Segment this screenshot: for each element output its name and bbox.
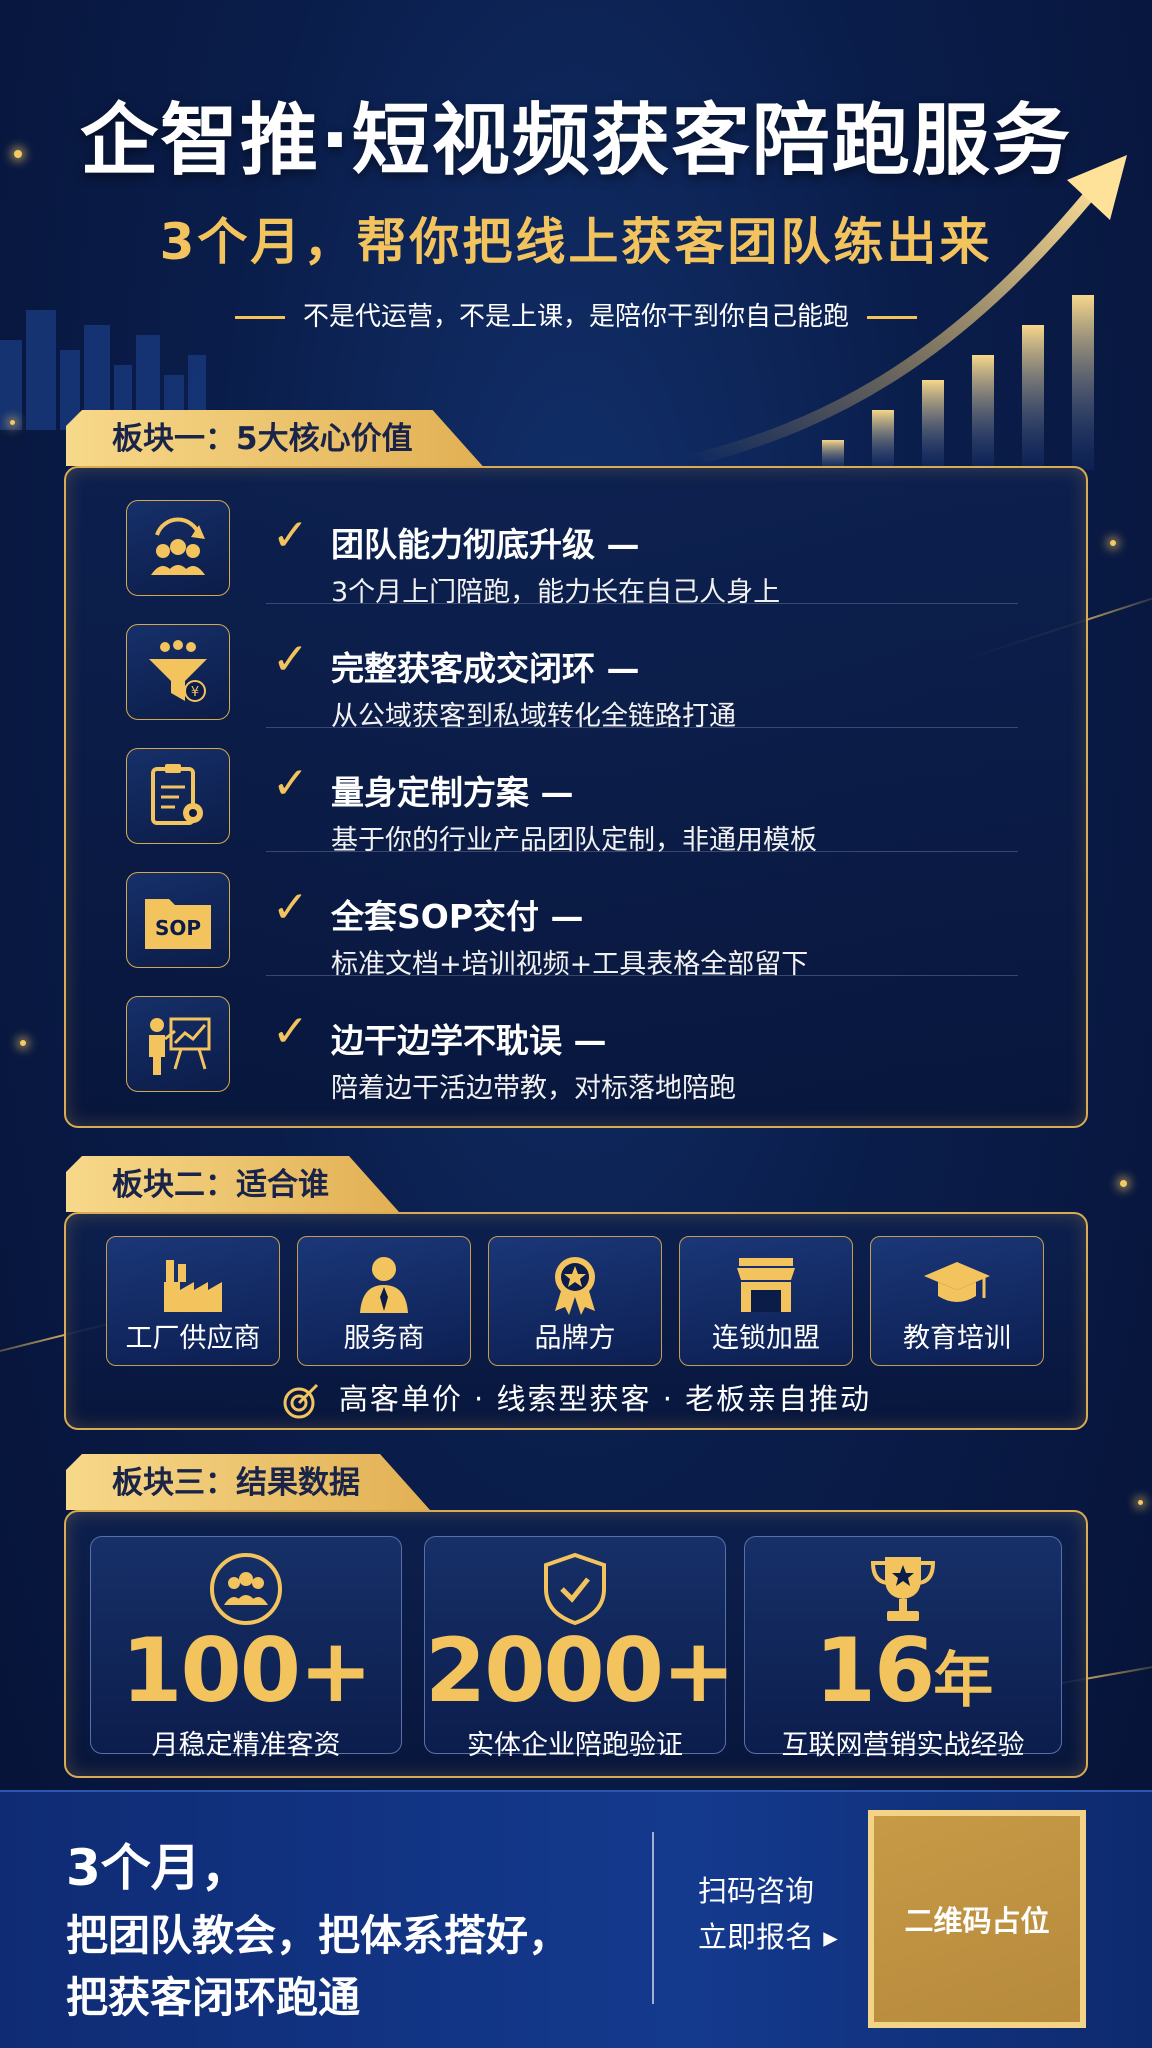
tagline-dash-right — [867, 316, 917, 319]
page-subtitle: 3个月，帮你把线上获客团队练出来 — [159, 213, 993, 271]
audience-label: 品牌方 — [534, 1323, 616, 1354]
footer-divider — [652, 1832, 654, 2004]
checkmark-icon: ✓ — [272, 510, 309, 561]
section3-panel: 100+ 月稳定精准客资 2000+ 实体企业陪跑验证 16年 互联网营销实战经… — [64, 1510, 1088, 1778]
checkmark-icon: ✓ — [272, 758, 309, 809]
audience-tags: 高客单价 · 线索型获客 · 老板亲自推动 — [66, 1376, 1086, 1421]
tagline-dash-left — [234, 316, 285, 319]
value-item: ¥ ✓ 完整获客成交闭环 — 从公域获客到私域转化全链路打通 — [66, 604, 1090, 732]
audience-label: 连锁加盟 — [712, 1323, 820, 1354]
stat-card: 100+ 月稳定精准客资 — [90, 1536, 402, 1761]
section3-tab: 板块三：结果数据 — [66, 1454, 430, 1510]
value-title: 量身定制方案 — — [331, 773, 574, 812]
target-icon — [283, 1383, 318, 1419]
page-title: 企智推·短视频获客陪跑服务 — [80, 96, 1072, 186]
value-desc: 陪着边干活边带教，对标落地陪跑 — [331, 1073, 736, 1104]
value-title: 团队能力彻底升级 — — [331, 525, 640, 564]
audience-tags-text: 高客单价 · 线索型获客 · 老板亲自推动 — [338, 1382, 872, 1416]
footer-headline: 3个月， — [66, 1839, 251, 1897]
storefront-icon — [680, 1251, 852, 1317]
value-title: 边干边学不耽误 — — [331, 1021, 607, 1060]
footer-line: 把获客闭环跑通 — [66, 1973, 361, 2022]
factory-icon — [107, 1251, 279, 1317]
value-title: 完整获客成交闭环 — — [331, 649, 640, 688]
scan-consult-text: 扫码咨询 — [698, 1874, 815, 1908]
stat-card: 16年 互联网营销实战经验 — [744, 1536, 1062, 1761]
graduation-cap-icon — [871, 1251, 1043, 1317]
audience-label: 工厂供应商 — [125, 1323, 261, 1354]
stat-label: 月稳定精准客资 — [151, 1730, 341, 1761]
custom-plan-icon — [126, 748, 230, 844]
value-title: 全套SOP交付 — — [331, 897, 584, 936]
brand-badge-icon — [489, 1251, 661, 1317]
section2-tab: 板块二：适合谁 — [66, 1156, 399, 1212]
section1-panel: ✓ 团队能力彻底升级 — 3个月上门陪跑，能力长在自己人身上 ¥ ✓ 完整获客成… — [64, 466, 1088, 1128]
checkmark-icon: ✓ — [272, 1006, 309, 1057]
value-item: ✓ 量身定制方案 — 基于你的行业产品团队定制，非通用模板 — [66, 728, 1090, 856]
register-now-button[interactable]: 立即报名 ▸ — [698, 1914, 838, 1956]
audience-card: 品牌方 — [488, 1236, 662, 1366]
service-person-icon — [298, 1251, 470, 1317]
qr-code-placeholder[interactable]: 二维码占位 — [868, 1810, 1086, 2028]
audience-card: 教育培训 — [870, 1236, 1044, 1366]
stat-label: 实体企业陪跑验证 — [467, 1730, 683, 1761]
stat-value: 100+ — [121, 1619, 372, 1722]
audience-card: 工厂供应商 — [106, 1236, 280, 1366]
audience-card: 服务商 — [297, 1236, 471, 1366]
value-item: SOP ✓ 全套SOP交付 — 标准文档+培训视频+工具表格全部留下 — [66, 852, 1090, 980]
audience-card: 连锁加盟 — [679, 1236, 853, 1366]
checkmark-icon: ✓ — [272, 634, 309, 685]
tagline-text: 不是代运营，不是上课，是陪你干到你自己能跑 — [302, 302, 849, 332]
presenter-icon — [126, 996, 230, 1092]
section1-tab: 板块一：5大核心价值 — [66, 410, 483, 466]
audience-label: 服务商 — [343, 1323, 425, 1354]
footer-banner: 3个月， 把团队教会，把体系搭好， 把获客闭环跑通 扫码咨询 立即报名 ▸ 二维… — [0, 1790, 1152, 2048]
section2-panel: 工厂供应商 服务商 品牌方 连锁加盟 教育培训 高客单价 · 线索型获客 · 老… — [64, 1212, 1088, 1430]
stat-card: 2000+ 实体企业陪跑验证 — [424, 1536, 736, 1761]
stat-label: 互联网营销实战经验 — [781, 1730, 1025, 1761]
tagline: 不是代运营，不是上课，是陪你干到你自己能跑 — [0, 296, 1152, 333]
audience-label: 教育培训 — [903, 1323, 1011, 1354]
svg-text:¥: ¥ — [191, 685, 199, 700]
checkmark-icon: ✓ — [272, 882, 309, 933]
sop-folder-icon: SOP — [126, 872, 230, 968]
value-item: ✓ 边干边学不耽误 — 陪着边干活边带教，对标落地陪跑 — [66, 976, 1090, 1104]
funnel-icon: ¥ — [126, 624, 230, 720]
stat-value: 2000+ — [425, 1619, 736, 1722]
stat-value: 16年 — [814, 1619, 993, 1722]
footer-line: 把团队教会，把体系搭好， — [66, 1911, 571, 1960]
svg-text:SOP: SOP — [155, 916, 201, 940]
team-upgrade-icon — [126, 500, 230, 596]
value-item: ✓ 团队能力彻底升级 — 3个月上门陪跑，能力长在自己人身上 — [66, 480, 1090, 608]
